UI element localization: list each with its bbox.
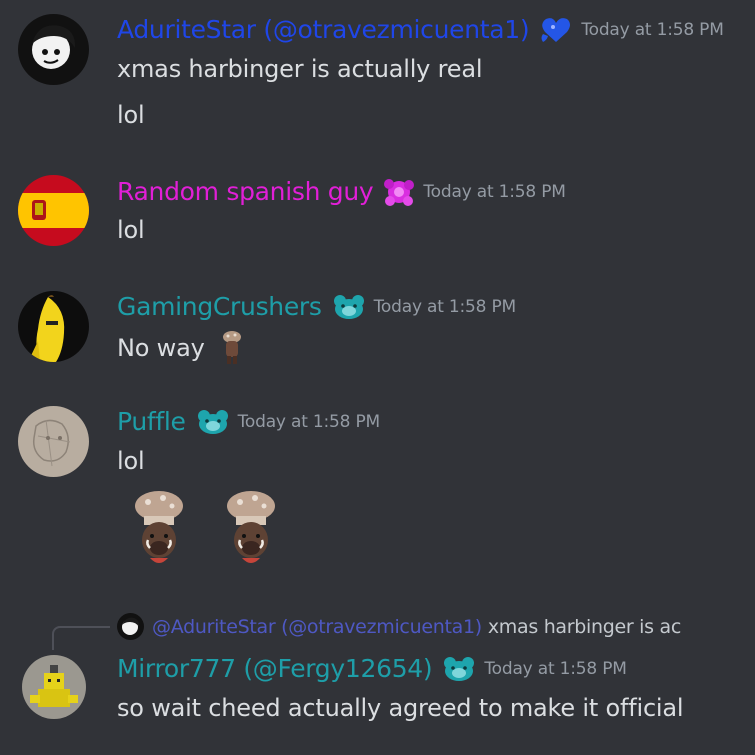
message-text: so wait cheed actually agreed to make it…: [117, 694, 684, 722]
username[interactable]: AduriteStar (@otravezmicuenta1): [117, 14, 530, 46]
teal-bear-badge-icon: [442, 656, 476, 682]
timestamp: Today at 1:58 PM: [423, 182, 566, 202]
blue-heart-badge-icon: [539, 16, 573, 44]
mushroom-figure-emoji-icon[interactable]: [219, 330, 245, 366]
boar-mushroom-emoji-icon[interactable]: [130, 488, 188, 572]
timestamp: Today at 1:58 PM: [484, 659, 627, 679]
avatar-adurite[interactable]: [18, 14, 89, 85]
message-text: lol: [117, 447, 145, 475]
teal-bear-badge-icon: [332, 294, 366, 320]
message-text: No way: [117, 334, 205, 362]
avatar-mirror777[interactable]: [22, 655, 86, 719]
reply-mention[interactable]: @AduriteStar (@otravezmicuenta1): [152, 616, 482, 638]
message-content: No way: [117, 330, 245, 366]
username[interactable]: Puffle: [117, 406, 186, 438]
chat-messages: AduriteStar (@otravezmicuenta1) Today at…: [0, 0, 755, 755]
teal-bear-badge-icon: [196, 409, 230, 435]
username[interactable]: GamingCrushers: [117, 291, 322, 323]
reply-text: xmas harbinger is ac: [487, 615, 681, 638]
timestamp: Today at 1:58 PM: [581, 20, 724, 40]
avatar-puffle[interactable]: [18, 406, 89, 477]
reply-preview[interactable]: @AduriteStar (@otravezmicuenta1) xmas ha…: [117, 613, 681, 640]
avatar-gamingcrushers[interactable]: [18, 291, 89, 362]
boar-mushroom-emoji-icon[interactable]: [222, 488, 280, 572]
username[interactable]: Mirror777 (@Fergy12654): [117, 653, 433, 685]
avatar-spanish-flag[interactable]: [18, 175, 89, 246]
message-text: lol: [117, 101, 145, 129]
message-text: lol: [117, 216, 145, 244]
reply-connector: [52, 626, 110, 650]
reply-avatar: [117, 613, 144, 640]
pink-splat-badge-icon: [381, 175, 417, 209]
timestamp: Today at 1:58 PM: [237, 412, 381, 432]
message-text: xmas harbinger is actually real: [117, 55, 483, 83]
username[interactable]: Random spanish guy: [117, 176, 374, 208]
timestamp: Today at 1:58 PM: [373, 297, 517, 317]
